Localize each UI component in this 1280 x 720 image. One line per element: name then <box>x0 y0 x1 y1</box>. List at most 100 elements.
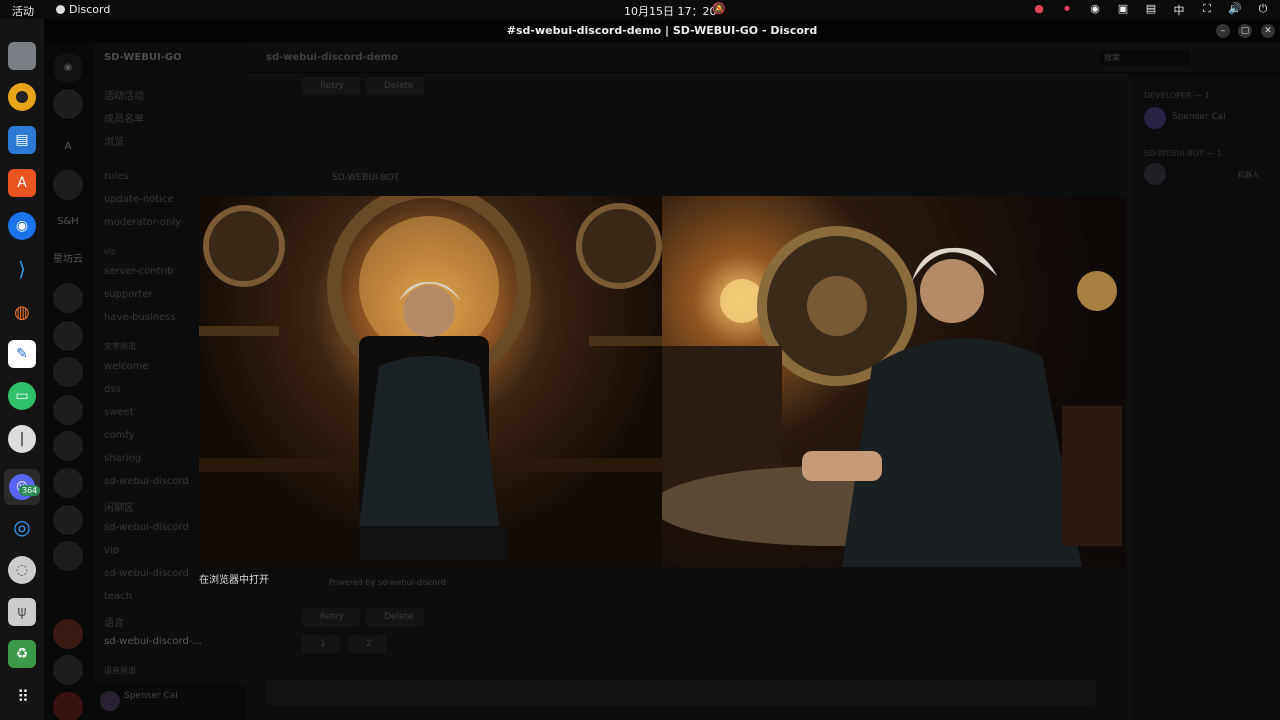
message-input[interactable] <box>266 680 1096 706</box>
server-icon[interactable] <box>53 283 83 313</box>
tray-app-icon[interactable]: ▣ <box>1116 2 1130 18</box>
channel-title: sd-webui-discord-demo <box>266 52 398 63</box>
music-icon[interactable] <box>8 83 36 111</box>
discord-tray-icon[interactable]: ◉ <box>1088 2 1102 18</box>
server-icon[interactable] <box>53 619 83 649</box>
password-icon[interactable]: | <box>8 425 36 453</box>
channel-item[interactable]: 成员名单 <box>104 110 144 125</box>
chat-header: sd-webui-discord-demo 搜索 <box>246 43 1280 73</box>
server-icon[interactable] <box>53 468 83 498</box>
blender-icon[interactable]: ◍ <box>8 298 36 326</box>
channel-item[interactable]: sweet <box>104 407 134 418</box>
server-icon[interactable] <box>53 321 83 351</box>
user-name[interactable]: Spenser Cai <box>124 691 178 701</box>
channel-item[interactable]: welcome <box>104 361 149 372</box>
reaction[interactable]: 1 <box>302 635 340 653</box>
files-icon[interactable] <box>8 42 36 70</box>
app-grid-icon[interactable]: ⠿ <box>8 682 36 710</box>
delete-button[interactable]: Delete <box>366 608 424 626</box>
dock: ▤ A ◉ ⟩ ◍ ✎ ▭ | ☺ 364 ◎ ◌ ψ ♻ ⠿ <box>0 19 44 720</box>
chrome-icon[interactable]: ◉ <box>8 212 36 240</box>
server-icon[interactable]: S&H <box>53 207 83 237</box>
channel-item-active[interactable]: sd-webui-discord-... <box>104 636 202 647</box>
server-icon[interactable]: 星坊云 <box>53 245 83 275</box>
notification-bell-icon[interactable]: 🔕 <box>712 2 726 15</box>
server-icon[interactable] <box>53 431 83 461</box>
channel-item[interactable]: 语言 <box>104 614 124 629</box>
text-editor-icon[interactable]: ✎ <box>8 340 36 368</box>
avatar[interactable] <box>1144 163 1166 185</box>
camera-icon[interactable]: ● <box>1032 2 1046 18</box>
disk-icon[interactable]: ◌ <box>8 556 36 584</box>
bot-name[interactable]: SD-WEBUI-BOT <box>332 173 399 183</box>
channel-category[interactable]: 语音频道 <box>104 665 136 676</box>
mic-icon[interactable]: ⏺ <box>1060 2 1074 18</box>
search-input[interactable]: 搜索 <box>1100 50 1190 66</box>
vscode-icon[interactable]: ⟩ <box>8 255 36 283</box>
clock[interactable]: 10月15日 17：20 <box>624 3 717 19</box>
server-name[interactable]: SD-WEBUI-GO <box>104 52 182 63</box>
channel-item[interactable]: update-notice <box>104 194 174 205</box>
minimize-button[interactable]: – <box>1216 24 1230 38</box>
server-icon[interactable] <box>53 89 83 119</box>
window-title: #sd-webui-discord-demo | SD-WEBUI-GO - D… <box>44 19 1280 43</box>
channel-item[interactable]: comfy <box>104 430 135 441</box>
image-viewer[interactable] <box>199 196 1126 567</box>
spiral-app-icon[interactable]: ◎ <box>8 513 36 541</box>
server-icon[interactable] <box>53 692 83 720</box>
reaction[interactable]: 2 <box>348 635 386 653</box>
channel-item[interactable]: dss <box>104 384 121 395</box>
bot-tag: 机器人 <box>1238 171 1259 179</box>
server-icon[interactable] <box>53 505 83 535</box>
server-icon[interactable] <box>53 395 83 425</box>
channel-item[interactable]: teach <box>104 591 132 602</box>
channel-item[interactable]: vip <box>104 545 119 556</box>
input-method-label[interactable]: 中 <box>1172 2 1186 18</box>
channel-item[interactable]: sharing <box>104 453 141 464</box>
server-list: ◉ A S&H 星坊云 <box>44 43 94 720</box>
activities-button[interactable]: 活动 <box>12 3 34 19</box>
trash-icon[interactable]: ♻ <box>8 640 36 668</box>
server-icon[interactable] <box>53 357 83 387</box>
server-icon[interactable] <box>53 655 83 685</box>
system-top-bar: 活动 Discord 10月15日 17：20 🔕 ● ⏺ ◉ ▣ ▤ 中 ⛶ … <box>0 0 1280 19</box>
wechat-icon[interactable]: ▭ <box>8 382 36 410</box>
power-icon[interactable]: ⏻ <box>1256 2 1270 18</box>
channel-item[interactable]: supporter <box>104 289 153 300</box>
usb-icon[interactable]: ψ <box>8 598 36 626</box>
app-menu[interactable]: Discord <box>56 3 110 16</box>
retry-button[interactable]: Retry <box>302 77 360 95</box>
maximize-button[interactable]: ▢ <box>1238 24 1252 38</box>
channel-item[interactable]: server-contrib <box>104 266 174 277</box>
clipboard-icon[interactable]: ▤ <box>1144 2 1158 18</box>
channel-item[interactable]: have-business <box>104 312 176 323</box>
channel-item[interactable]: 浏览 <box>104 133 124 148</box>
member-name[interactable]: Spenser Cai <box>1172 112 1226 122</box>
delete-button[interactable]: Delete <box>366 77 424 95</box>
channel-category[interactable]: 文字频道 <box>104 341 136 352</box>
member-category: SD-WEBUI-BOT — 1 <box>1144 149 1222 158</box>
writer-icon[interactable]: ▤ <box>8 126 36 154</box>
channel-item[interactable]: sd-webui-discord <box>104 568 189 579</box>
server-icon[interactable] <box>53 541 83 571</box>
avatar[interactable] <box>100 691 120 711</box>
discord-home-icon[interactable]: ◉ <box>53 53 83 83</box>
channel-item[interactable]: 闲聊区 <box>104 499 134 514</box>
channel-category[interactable]: vip <box>104 247 116 256</box>
retry-button[interactable]: Retry <box>302 608 360 626</box>
server-icon[interactable] <box>53 170 83 200</box>
generated-image-right <box>662 196 1126 567</box>
close-button[interactable]: ✕ <box>1261 24 1275 38</box>
avatar[interactable] <box>1144 107 1166 129</box>
app-store-icon[interactable]: A <box>8 169 36 197</box>
member-category: DEVELOPER — 1 <box>1144 91 1210 100</box>
network-icon[interactable]: ⛶ <box>1200 2 1214 18</box>
channel-item[interactable]: sd-webui-discord <box>104 522 189 533</box>
channel-item[interactable]: rules <box>104 171 129 182</box>
channel-item[interactable]: 活动活动 <box>104 87 144 102</box>
channel-item[interactable]: moderator-only <box>104 217 181 228</box>
volume-icon[interactable]: 🔊 <box>1228 2 1242 18</box>
open-in-browser-link[interactable]: 在浏览器中打开 <box>199 571 269 586</box>
server-icon[interactable]: A <box>53 132 83 162</box>
channel-item[interactable]: sd-webui-discord <box>104 476 189 487</box>
